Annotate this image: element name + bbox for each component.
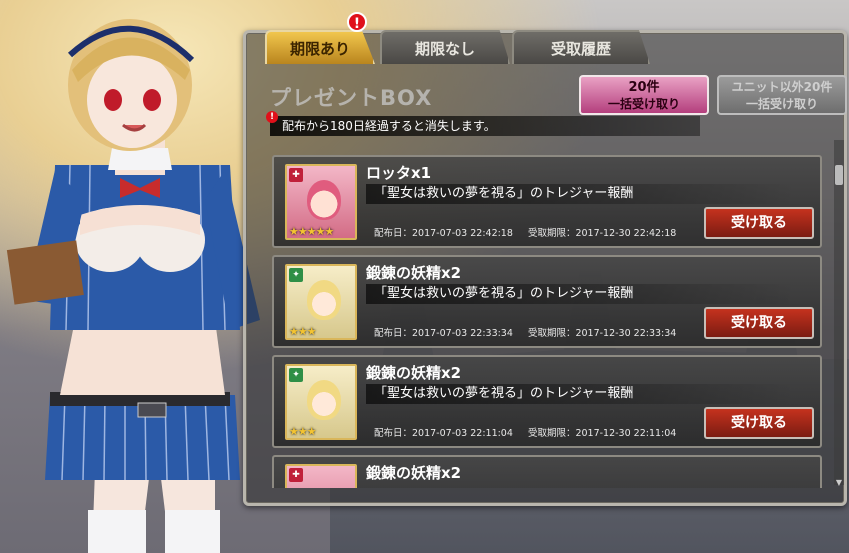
present-list[interactable]: ✚ ★★★★★ ロッタx1 「聖女は救いの夢を視る」のトレジャー報酬 配布日：2… [262, 140, 830, 488]
bulk-receive-non-unit-button[interactable]: ユニット以外20件 一括受け取り [717, 75, 847, 115]
unit-thumbnail: ✚ ★★★★★ [285, 164, 357, 240]
bulk-receive-non-unit-count: ユニット以外20件 [731, 80, 833, 94]
unit-portrait [307, 380, 341, 420]
receive-button[interactable]: 受け取る [704, 207, 814, 239]
unit-thumbnail: ✦ ★★★ [285, 364, 357, 440]
expiry-notice: 配布から180日経過すると消失します。 [270, 116, 700, 136]
tab-receive-history[interactable]: 受取履歴 [512, 30, 650, 64]
unit-type-icon: ✚ [289, 168, 303, 182]
item-name: 鍛錬の妖精x2 [366, 464, 462, 482]
list-item: ✦ ★★★ 鍛錬の妖精x2 「聖女は救いの夢を視る」のトレジャー報酬 配布日：2… [272, 255, 822, 348]
list-item: ✚ 鍛錬の妖精x2 [272, 455, 822, 488]
tab-with-deadline[interactable]: 期限あり [265, 30, 375, 64]
page-title: プレゼントBOX [270, 86, 433, 110]
distribution-date: 配布日：2017-07-03 22:42:18 [374, 228, 513, 239]
item-name: 鍛錬の妖精x2 [366, 364, 462, 382]
scroll-down-icon[interactable]: ▼ [834, 478, 844, 487]
scrollbar[interactable] [834, 140, 844, 485]
receive-deadline: 受取期限：2017-12-30 22:42:18 [527, 228, 677, 239]
rarity-stars: ★★★ [289, 325, 317, 338]
item-description: 「聖女は救いの夢を視る」のトレジャー報酬 [366, 184, 796, 204]
item-name: 鍛錬の妖精x2 [366, 264, 462, 282]
notice-alert-icon: ! [266, 111, 278, 123]
list-item: ✚ ★★★★★ ロッタx1 「聖女は救いの夢を視る」のトレジャー報酬 配布日：2… [272, 155, 822, 248]
rarity-stars: ★★★★★ [289, 225, 334, 238]
receive-button[interactable]: 受け取る [704, 407, 814, 439]
bulk-receive-label: 一括受け取り [607, 97, 680, 111]
receive-deadline: 受取期限：2017-12-30 22:11:04 [527, 428, 677, 439]
unit-thumbnail: ✚ [285, 464, 357, 488]
item-description: 「聖女は救いの夢を視る」のトレジャー報酬 [366, 284, 796, 304]
item-dates: 配布日：2017-07-03 22:42:18 受取期限：2017-12-30 … [374, 225, 688, 239]
unit-thumbnail: ✦ ★★★ [285, 264, 357, 340]
receive-deadline: 受取期限：2017-12-30 22:33:34 [527, 328, 677, 339]
item-dates: 配布日：2017-07-03 22:11:04 受取期限：2017-12-30 … [374, 425, 688, 439]
bulk-receive-button[interactable]: 20件 一括受け取り [579, 75, 709, 115]
item-description: 「聖女は救いの夢を視る」のトレジャー報酬 [366, 384, 796, 404]
scrollbar-thumb[interactable] [835, 165, 843, 185]
unit-portrait [307, 180, 341, 220]
tab-no-deadline[interactable]: 期限なし [380, 30, 510, 64]
list-item: ✦ ★★★ 鍛錬の妖精x2 「聖女は救いの夢を視る」のトレジャー報酬 配布日：2… [272, 355, 822, 448]
bulk-receive-count: 20件 [628, 80, 660, 95]
distribution-date: 配布日：2017-07-03 22:33:34 [374, 328, 513, 339]
unit-portrait [307, 280, 341, 320]
rarity-stars: ★★★ [289, 425, 317, 438]
distribution-date: 配布日：2017-07-03 22:11:04 [374, 428, 513, 439]
alert-icon: ! [347, 12, 367, 32]
unit-type-icon: ✦ [289, 368, 303, 382]
item-name: ロッタx1 [366, 164, 432, 182]
receive-button[interactable]: 受け取る [704, 307, 814, 339]
bulk-receive-non-unit-label: 一括受け取り [745, 97, 818, 111]
unit-type-icon: ✚ [289, 468, 303, 482]
item-dates: 配布日：2017-07-03 22:33:34 受取期限：2017-12-30 … [374, 325, 688, 339]
unit-type-icon: ✦ [289, 268, 303, 282]
